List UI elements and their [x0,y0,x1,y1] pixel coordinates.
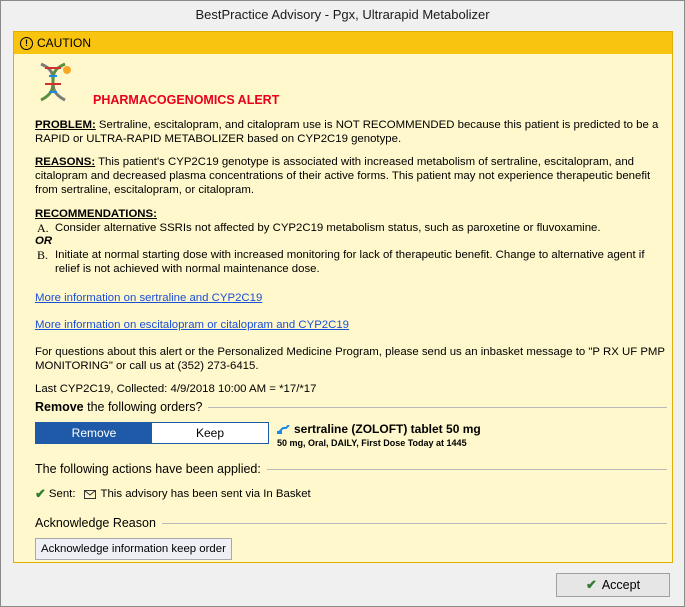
problem-text: PROBLEM: Sertraline, escitalopram, and c… [35,118,667,146]
sertraline-info-link[interactable]: More information on sertraline and CYP2C… [35,291,667,305]
recommendation-letter: A. [37,221,49,235]
acknowledge-reason-button[interactable]: Acknowledge information keep order [35,538,232,560]
escitalopram-info-link[interactable]: More information on escitalopram or cita… [35,318,667,332]
checkmark-icon: ✔ [585,577,597,592]
order-row: Remove Keep sertraline (ZOLOFT) tablet 5… [35,422,667,448]
actions-section-title: The following actions have been applied: [35,460,667,478]
section-divider [208,406,667,408]
remove-keep-toggle: Remove Keep [35,422,269,444]
dna-icon [40,62,71,102]
advisory-window: BestPractice Advisory - Pgx, Ultrarapid … [0,0,685,607]
reasons-body: This patient's CYP2C19 genotype is assoc… [35,156,651,196]
alert-heading: PHARMACOGENOMICS ALERT [35,60,667,118]
keep-button[interactable]: Keep [152,423,268,443]
recommendation-b: B. Initiate at normal starting dose with… [35,248,667,276]
recommendation-a: A. Consider alternative SSRIs not affect… [35,221,667,235]
remove-button[interactable]: Remove [36,423,152,443]
medication-icon [277,424,290,434]
recommendation-text: Consider alternative SSRIs not affected … [55,222,601,234]
recommendation-text: Initiate at normal starting dose with in… [55,249,645,275]
remove-section: Remove the following orders? Remove Keep… [35,398,667,560]
problem-body: Sertraline, escitalopram, and citalopram… [35,119,659,145]
checkmark-icon: ✔ [35,486,46,501]
recommendation-letter: B. [37,248,49,262]
envelope-icon [83,489,96,499]
medication-name: sertraline (ZOLOFT) tablet 50 mg [294,422,481,436]
caution-label: CAUTION [37,36,91,50]
advisory-panel: ! CAUTION PHARMACOGENOMICS ALERT PROBLEM… [13,31,673,563]
accept-button[interactable]: ✔ Accept [556,573,670,597]
or-label: OR [35,235,53,247]
exclamation-circle-icon: ! [20,36,33,50]
medication-order: sertraline (ZOLOFT) tablet 50 mg 50 mg, … [277,422,481,448]
sent-text: This advisory has been sent via In Baske… [100,488,311,500]
medication-sig: 50 mg, Oral, DAILY, First Dose Today at … [277,438,467,448]
window-title: BestPractice Advisory - Pgx, Ultrarapid … [1,1,684,29]
alert-title: PHARMACOGENOMICS ALERT [93,93,280,107]
accept-label: Accept [601,578,641,592]
acknowledge-section-title: Acknowledge Reason [35,514,667,532]
section-divider [266,468,667,470]
advisory-content: PHARMACOGENOMICS ALERT PROBLEM: Sertrali… [35,60,667,396]
remove-title-bold: Remove [35,400,84,414]
remove-section-title: Remove the following orders? [35,398,667,416]
medication-name-row: sertraline (ZOLOFT) tablet 50 mg [277,422,481,436]
last-result-text: Last CYP2C19, Collected: 4/9/2018 10:00 … [35,383,317,395]
contact-text: For questions about this alert or the Pe… [35,346,665,372]
reasons-text: REASONS: This patient's CYP2C19 genotype… [35,155,667,197]
section-divider [161,522,667,524]
sent-label: Sent: [48,488,76,500]
sent-row: ✔ Sent: This advisory has been sent via … [35,486,667,502]
recommendations-label: RECOMMENDATIONS: [35,208,157,220]
reasons-label: REASONS: [35,156,96,168]
caution-header: ! CAUTION [14,32,672,54]
problem-label: PROBLEM: [35,119,96,131]
actions-title: The following actions have been applied: [35,462,261,476]
acknowledge-title: Acknowledge Reason [35,516,156,530]
remove-title-rest: the following orders? [83,400,203,414]
